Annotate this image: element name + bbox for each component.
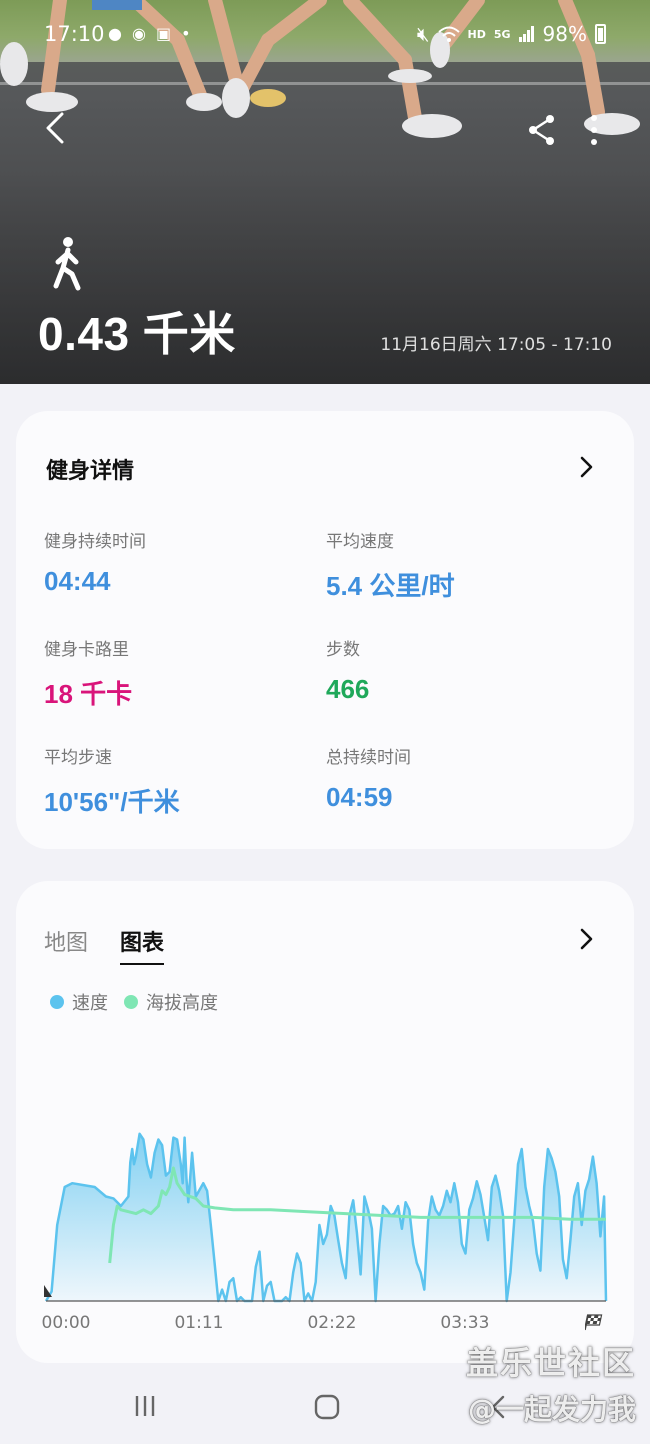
home-icon[interactable] bbox=[314, 1394, 340, 1420]
metric-average-speed: 平均速度 5.4 公里/时 bbox=[326, 527, 596, 603]
x-tick-label: 02:22 bbox=[307, 1313, 357, 1333]
network-hd-label: HD bbox=[467, 27, 486, 41]
metric-steps: 步数 466 bbox=[326, 635, 596, 705]
finish-flag-icon bbox=[585, 1314, 603, 1331]
network-5g-label: 5G bbox=[493, 27, 511, 41]
wifi-icon bbox=[437, 26, 460, 42]
details-title: 健身详情 bbox=[46, 459, 135, 484]
x-tick-label: 03:33 bbox=[440, 1313, 490, 1333]
metric-label: 健身卡路里 bbox=[44, 640, 129, 660]
metric-total-duration: 总持续时间 04:59 bbox=[326, 743, 596, 813]
metric-label: 平均速度 bbox=[326, 532, 394, 552]
metric-value: 5.4 公里/时 bbox=[326, 571, 455, 601]
x-tick-label: 01:11 bbox=[174, 1313, 224, 1333]
metric-calories: 健身卡路里 18 千卡 bbox=[44, 635, 314, 711]
status-bar: 17:10 ● ◉ ▣ • 🔇︎ HD 5G 98% bbox=[0, 18, 650, 54]
more-options-button[interactable] bbox=[580, 110, 608, 150]
back-button[interactable] bbox=[36, 108, 76, 148]
watermark-title: 盖乐世社区 bbox=[465, 1344, 636, 1382]
speed-altitude-chart bbox=[44, 1132, 608, 1303]
distance-value: 0.43 千米 bbox=[38, 308, 236, 360]
walking-icon bbox=[53, 237, 81, 291]
battery-percent: 98% bbox=[542, 22, 587, 46]
metric-value: 04:59 bbox=[326, 782, 393, 812]
metric-value: 466 bbox=[326, 674, 370, 704]
metric-label: 总持续时间 bbox=[326, 748, 411, 768]
dot-icon: • bbox=[181, 24, 191, 43]
hero-banner: 17:10 ● ◉ ▣ • 🔇︎ HD 5G 98% 0.43 千米 11月16… bbox=[0, 0, 650, 384]
share-button[interactable] bbox=[522, 110, 562, 150]
notification-icon: ● bbox=[108, 24, 122, 43]
workout-datetime: 11月16日周六 17:05 - 17:10 bbox=[380, 335, 612, 355]
metric-average-pace: 平均步速 10'56"/千米 bbox=[44, 743, 314, 819]
signal-icon bbox=[518, 26, 534, 42]
x-tick-label: 00:00 bbox=[41, 1313, 91, 1333]
app-icon: ▣ bbox=[155, 24, 172, 43]
battery-icon bbox=[595, 24, 606, 44]
metric-label: 健身持续时间 bbox=[44, 532, 146, 552]
watermark-handle: @一起发力我 bbox=[467, 1393, 636, 1426]
metric-label: 平均步速 bbox=[44, 748, 112, 768]
workout-details-card: 健身详情 健身持续时间 04:44 平均速度 5.4 公里/时 健身卡路里 18… bbox=[16, 411, 634, 849]
details-chevron-right-icon[interactable] bbox=[574, 455, 598, 479]
chart-card: 地图 图表 速度 海拔高度 00:00 01:11 02:22 03:33 bbox=[16, 881, 634, 1363]
x-axis-ticks: 00:00 01:11 02:22 03:33 bbox=[16, 1313, 634, 1337]
metric-workout-duration: 健身持续时间 04:44 bbox=[44, 527, 314, 597]
metric-label: 步数 bbox=[326, 640, 360, 660]
recent-apps-icon[interactable] bbox=[133, 1394, 157, 1418]
metric-value: 18 千卡 bbox=[44, 679, 133, 709]
weibo-icon: ◉ bbox=[131, 24, 146, 43]
metric-value: 10'56"/千米 bbox=[44, 787, 180, 817]
mute-icon: 🔇︎ bbox=[416, 22, 430, 46]
metric-value: 04:44 bbox=[44, 566, 111, 596]
status-time: 17:10 bbox=[44, 22, 105, 46]
